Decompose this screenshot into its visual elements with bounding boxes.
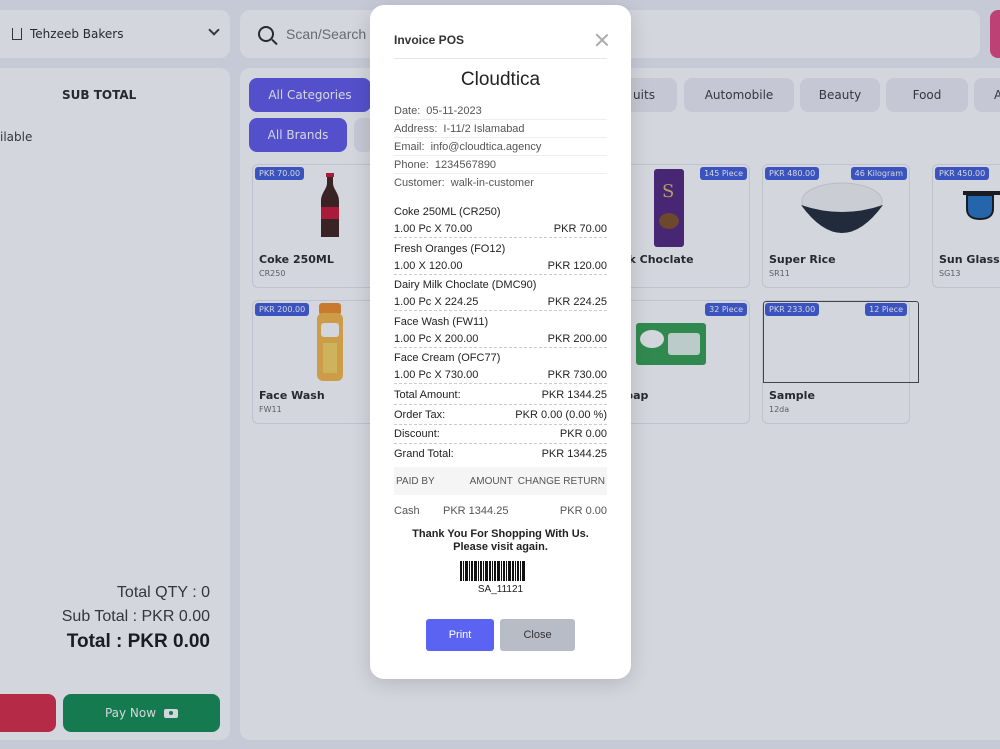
summary-grand-total: Grand Total: PKR 1344.25: [394, 448, 607, 463]
print-button[interactable]: Print: [426, 619, 494, 651]
info-date: Date: 05-11-2023: [394, 102, 607, 120]
summary-value: PKR 1344.25: [541, 448, 607, 460]
item-qty: 1.00 Pc X 200.00: [394, 333, 479, 345]
item-qty: 1.00 Pc X 730.00: [394, 369, 479, 381]
info-label: Date:: [394, 104, 421, 117]
info-customer: Customer: walk-in-customer: [394, 174, 607, 192]
item-name: Face Wash (FW11): [394, 316, 489, 328]
info-label: Phone:: [394, 158, 429, 171]
payment-method: Cash: [394, 505, 420, 517]
item-amount: PKR 70.00: [553, 223, 607, 235]
item-name: Coke 250ML (CR250): [394, 206, 501, 218]
thank-you-line-2: Please visit again.: [453, 541, 548, 553]
payment-header: PAID BY AMOUNT CHANGE RETURN: [394, 467, 607, 495]
payment-amount: PKR 1344.25: [443, 505, 509, 517]
info-value: walk-in-customer: [450, 177, 534, 189]
info-email: Email: info@cloudtica.agency: [394, 138, 607, 156]
summary-discount: Discount: PKR 0.00: [394, 428, 607, 444]
invoice-modal: Invoice POS Cloudtica Date: 05-11-2023 A…: [370, 5, 631, 679]
info-phone: Phone: 1234567890: [394, 156, 607, 174]
summary-order-tax: Order Tax: PKR 0.00 (0.00 %): [394, 409, 607, 425]
item-line: 1.00 Pc X 224.25 PKR 224.25: [394, 296, 607, 311]
summary-value: PKR 0.00: [559, 428, 607, 440]
info-value: info@cloudtica.agency: [430, 140, 542, 153]
item-name: Fresh Oranges (FO12): [394, 243, 506, 255]
thank-you-line-1: Thank You For Shopping With Us.: [412, 528, 589, 540]
item-amount: PKR 120.00: [547, 260, 607, 272]
item-name: Face Cream (OFC77): [394, 352, 501, 364]
summary-value: PKR 1344.25: [541, 389, 607, 401]
divider: [394, 58, 607, 59]
item-qty: 1.00 X 120.00: [394, 260, 463, 272]
item-amount: PKR 200.00: [547, 333, 607, 345]
close-icon[interactable]: [595, 33, 609, 47]
header-amount: AMOUNT: [469, 475, 513, 487]
item-amount: PKR 224.25: [547, 296, 607, 308]
info-label: Customer:: [394, 177, 445, 189]
info-address: Address: I-11/2 Islamabad: [394, 120, 607, 138]
barcode-image: [460, 561, 542, 581]
company-name: Cloudtica: [460, 69, 541, 90]
item-line: 1.00 Pc X 730.00 PKR 730.00: [394, 369, 607, 384]
header-paid-by: PAID BY: [396, 475, 435, 487]
info-label: Address:: [394, 122, 438, 135]
item-line: 1.00 Pc X 200.00 PKR 200.00: [394, 333, 607, 348]
modal-title: Invoice POS: [394, 33, 465, 47]
info-value: 1234567890: [434, 158, 497, 171]
summary-label: Order Tax:: [394, 409, 446, 421]
info-value: I-11/2 Islamabad: [443, 122, 525, 135]
item-qty: 1.00 Pc X 70.00: [394, 223, 473, 235]
item-line: 1.00 Pc X 70.00 PKR 70.00: [394, 223, 607, 238]
item-line: 1.00 X 120.00 PKR 120.00: [394, 260, 607, 275]
item-qty: 1.00 Pc X 224.25: [394, 296, 479, 308]
summary-total-amount: Total Amount: PKR 1344.25: [394, 389, 607, 405]
summary-label: Total Amount:: [394, 389, 461, 401]
payment-change: PKR 0.00: [559, 505, 607, 517]
info-label: Email:: [394, 140, 425, 153]
summary-label: Grand Total:: [394, 448, 454, 460]
item-name: Dairy Milk Choclate (DMC90): [394, 279, 537, 291]
close-button[interactable]: Close: [500, 619, 575, 651]
barcode-text: SA_11121: [477, 584, 524, 595]
header-change-return: CHANGE RETURN: [517, 475, 605, 487]
summary-value: PKR 0.00 (0.00 %): [515, 409, 607, 421]
item-amount: PKR 730.00: [547, 369, 607, 381]
info-value: 05-11-2023: [426, 104, 482, 117]
summary-label: Discount:: [394, 428, 440, 440]
